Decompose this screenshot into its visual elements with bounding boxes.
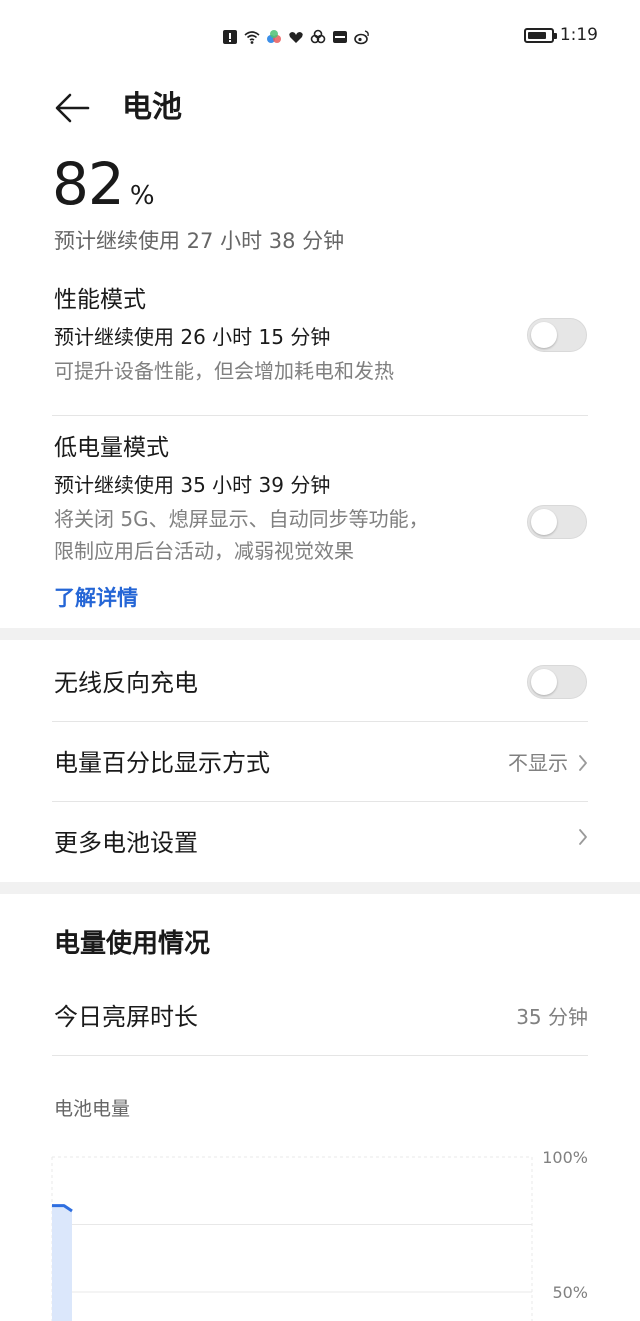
percentage-display-value: 不显示 [508,751,568,775]
back-arrow-icon[interactable] [52,88,92,128]
hms-icon [333,31,347,43]
chevron-right-icon [579,829,587,845]
wireless-reverse-charging-toggle[interactable] [527,665,587,699]
app-icon [267,30,281,43]
screen-time-value-group: 35 分钟 [516,1002,588,1032]
chevron-right-icon [579,755,587,771]
ytick-label-50: 50% [552,1283,588,1302]
status-time: 1:19 [559,25,598,45]
performance-mode-title: 性能模式 [54,287,146,313]
low-power-mode-toggle[interactable] [527,505,587,539]
learn-more-link[interactable]: 了解详情 [54,582,138,614]
divider [52,1055,588,1056]
performance-mode-row[interactable]: 性能模式 预计继续使用 26 小时 15 分钟 可提升设备性能，但会增加耗电和发… [54,284,514,386]
battery-icon [523,27,557,43]
battery-area [52,1205,72,1321]
divider [52,801,588,802]
low-power-mode-row[interactable]: 低电量模式 预计继续使用 35 小时 39 分钟 将关闭 5G、熄屏显示、自动同… [54,432,524,566]
more-battery-settings-label[interactable]: 更多电池设置 [54,826,198,860]
screen-time-value: 35 分钟 [516,1005,588,1029]
more-battery-settings-chevron-group[interactable] [578,828,588,846]
battery-percent-symbol: % [129,181,155,211]
status-right: 1:19 [523,25,598,45]
battery-chart-label: 电池电量 [54,1098,131,1120]
low-power-mode-estimate: 预计继续使用 35 小时 39 分钟 [54,473,331,497]
alert-icon [223,30,237,44]
low-power-mode-description-line1: 将关闭 5G、熄屏显示、自动同步等功能， [54,507,429,531]
section-gap [0,628,640,640]
battery-percent-value: 82 [52,150,125,218]
performance-mode-description: 可提升设备性能，但会增加耗电和发热 [54,359,394,383]
link-icon [310,29,326,44]
screen-time-label: 今日亮屏时长 [54,1003,198,1031]
performance-mode-estimate: 预计继续使用 26 小时 15 分钟 [54,325,331,349]
wifi-icon [244,31,260,44]
battery-percent: 82 % [52,148,155,220]
status-icons [222,26,370,48]
battery-level-chart: 100% 50% [51,1148,588,1321]
performance-mode-toggle[interactable] [527,318,587,352]
ytick-label-100: 100% [542,1148,588,1167]
low-power-mode-description-line2: 限制应用后台活动，减弱视觉效果 [54,539,354,563]
divider [52,415,588,416]
wireless-reverse-charging-label: 无线反向充电 [54,669,198,697]
section-gap [0,882,640,894]
page-title: 电池 [122,90,182,125]
low-power-mode-title: 低电量模式 [54,435,169,461]
percentage-display-value-group[interactable]: 不显示 [508,748,588,778]
percentage-display-label[interactable]: 电量百分比显示方式 [54,746,270,780]
usage-section-title: 电量使用情况 [54,929,211,959]
status-bar: 1:19 [0,0,640,74]
battery-estimate: 预计继续使用 27 小时 38 分钟 [54,229,345,253]
weibo-icon [354,30,369,45]
heart-icon [289,32,303,43]
divider [52,721,588,722]
